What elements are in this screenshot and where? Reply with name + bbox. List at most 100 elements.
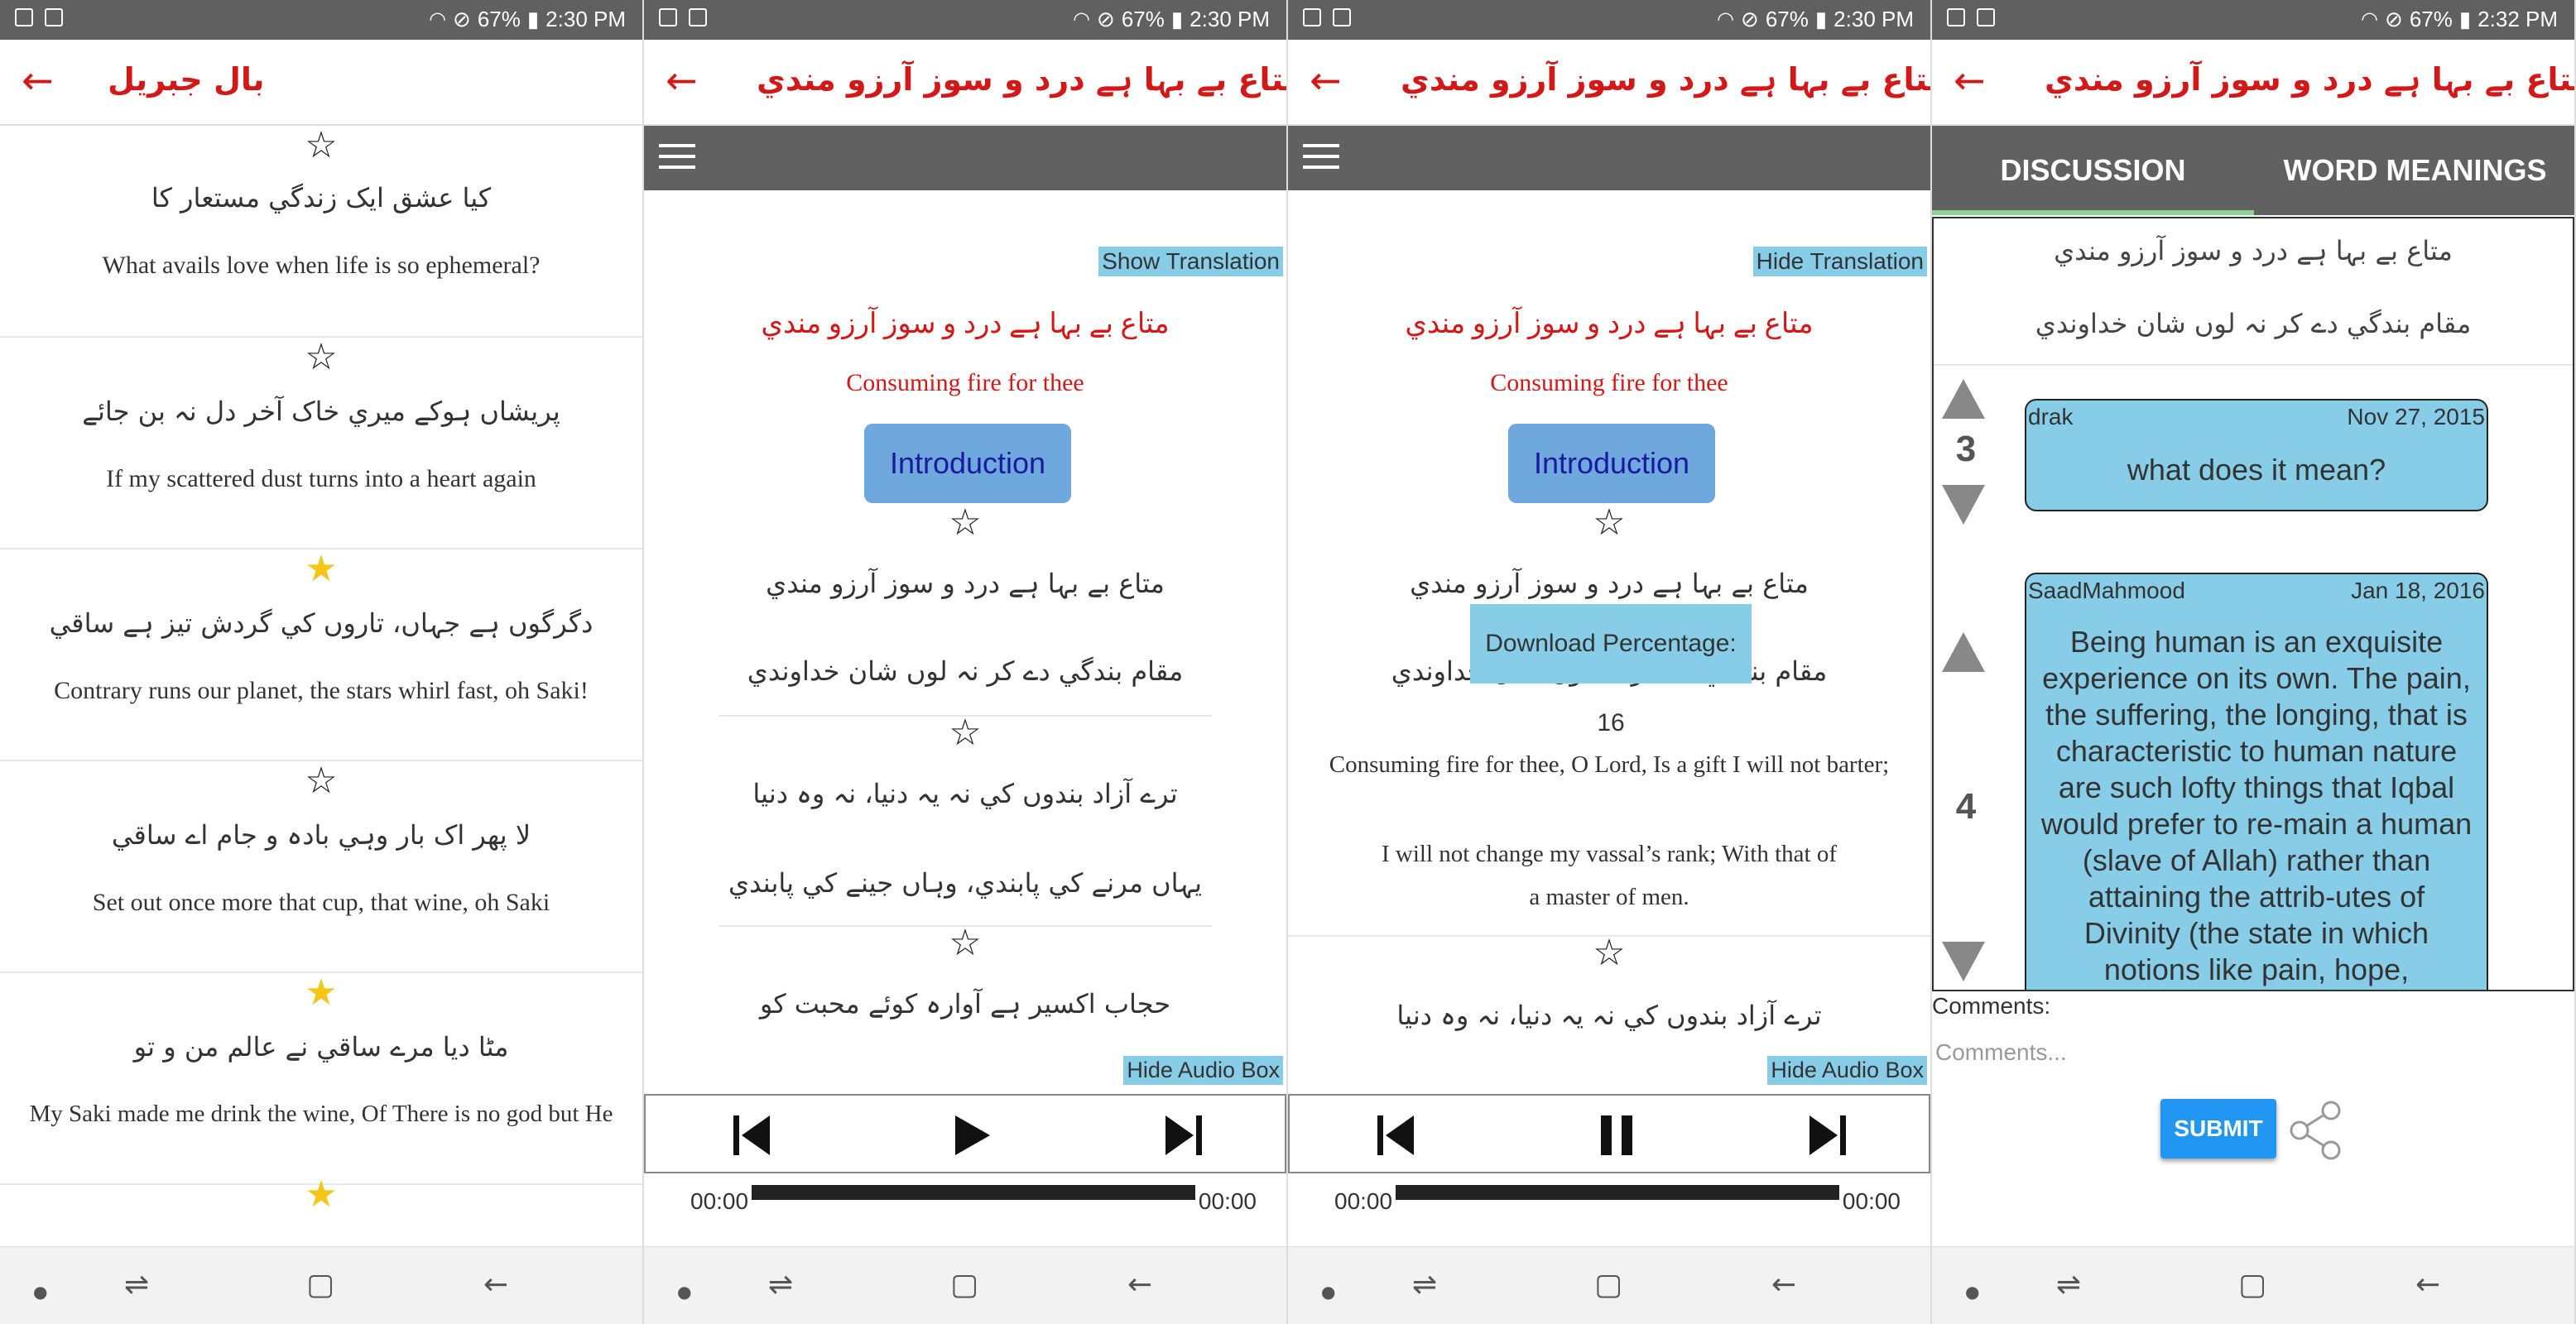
nav-dot-icon[interactable]: ●	[677, 1275, 691, 1308]
star-filled-icon[interactable]: ★	[0, 973, 642, 1013]
wifi-icon: ◠	[2361, 8, 2379, 31]
battery-percent: 67%	[477, 7, 521, 31]
toggle-translation-button[interactable]: Hide Translation	[1752, 247, 1927, 276]
recents-icon[interactable]: ⇌	[2056, 1269, 2081, 1302]
dnd-icon: ⊘	[453, 7, 471, 31]
downvote-icon[interactable]	[1942, 942, 1985, 981]
comment-card: SaadMahmood Jan 18, 2016 Being human is …	[2025, 573, 2488, 990]
recents-icon[interactable]: ⇌	[768, 1269, 793, 1302]
back-arrow-icon[interactable]: ←	[1310, 60, 1342, 101]
status-bar: ◠ ⊘ 67% ▮ 2:30 PM	[0, 0, 642, 40]
star-icon[interactable]: ☆	[0, 761, 642, 801]
system-nav-bar: ● ⇌ ▢ ←	[1288, 1246, 1930, 1324]
back-nav-icon[interactable]: ←	[1771, 1269, 1796, 1302]
verse-urdu: دگرگوں ہے جہاں، تاروں کي گردش تيز ہے ساق…	[49, 607, 594, 639]
screen-poem-show-translation: ◠ ⊘ 67% ▮ 2:30 PM ← متاع بے بہا ہے درد و سوز…	[644, 0, 1288, 1324]
upvote-icon[interactable]	[1942, 379, 1985, 419]
back-arrow-icon[interactable]: ←	[22, 60, 54, 101]
back-nav-icon[interactable]: ←	[1127, 1269, 1152, 1302]
time-total: 00:00	[1198, 1188, 1257, 1214]
battery-percent: 67%	[2409, 7, 2453, 31]
list-item[interactable]: ★	[0, 1175, 642, 1225]
star-icon[interactable]: ☆	[0, 126, 642, 166]
comment-user: drak	[2028, 404, 2074, 429]
submit-button[interactable]: SUBMIT	[2160, 1099, 2276, 1158]
battery-icon: ▮	[1170, 7, 1184, 31]
screenshot-notification-icon	[1977, 8, 1995, 26]
list-item[interactable]: ☆ پريشاں ہوکے ميري خاک آخر دل نہ بن جائے…	[0, 338, 642, 549]
translation-line: a master of men.	[1529, 884, 1689, 910]
nav-dot-icon[interactable]: ●	[1965, 1275, 1979, 1308]
tab-bar: DISCUSSION WORD MEANINGS	[1932, 126, 2574, 215]
comment-text: Being human is an exquisite experience o…	[2040, 625, 2473, 986]
hide-audio-box-button[interactable]: Hide Audio Box	[1123, 1056, 1283, 1085]
seek-bar[interactable]	[1396, 1185, 1839, 1200]
verse-english: If my scattered dust turns into a heart …	[106, 465, 536, 492]
battery-percent: 67%	[1121, 7, 1165, 31]
screen-discussion: ◠ ⊘ 67% ▮ 2:32 PM ← متاع بے بہا ہے درد و سوز…	[1932, 0, 2576, 1324]
home-icon[interactable]: ▢	[306, 1269, 334, 1302]
pause-icon[interactable]	[1596, 1111, 1637, 1160]
downvote-icon[interactable]	[1942, 485, 1985, 525]
list-item[interactable]: ★ دگرگوں ہے جہاں، تاروں کي گردش تيز ہے س…	[0, 549, 642, 761]
comment-card: drak Nov 27, 2015 what does it mean?	[2025, 399, 2488, 511]
home-icon[interactable]: ▢	[1594, 1269, 1622, 1302]
recents-icon[interactable]: ⇌	[124, 1269, 149, 1302]
verse-urdu: مٹا ديا مرے ساقي نے عالم من و تو	[133, 1031, 509, 1063]
star-icon[interactable]: ☆	[644, 503, 1286, 543]
star-icon[interactable]: ☆	[0, 338, 642, 377]
tab-discussion[interactable]: DISCUSSION	[1932, 126, 2254, 215]
screenshot-notification-icon	[689, 8, 707, 26]
couplet-line: حجاب اکسير ہے آوارہ کوئے محبت کو	[759, 988, 1171, 1019]
recents-icon[interactable]: ⇌	[1412, 1269, 1437, 1302]
star-icon[interactable]: ☆	[644, 923, 1286, 963]
skip-previous-icon[interactable]	[732, 1111, 773, 1160]
skip-next-icon[interactable]	[1162, 1111, 1204, 1160]
gallery-notification-icon	[15, 8, 33, 26]
app-bar: ← متاع بے بہا ہے درد و سوز آرزو مندي	[1932, 40, 2574, 126]
hide-audio-box-button[interactable]: Hide Audio Box	[1767, 1056, 1927, 1085]
introduction-button[interactable]: Introduction	[864, 424, 1071, 503]
list-item[interactable]: ☆ لا پھر اک بار وہي بادہ و جام اے ساقي S…	[0, 761, 642, 973]
home-icon[interactable]: ▢	[950, 1269, 978, 1302]
system-nav-bar: ● ⇌ ▢ ←	[1932, 1246, 2574, 1324]
page-title: متاع بے بہا ہے درد و سوز آرزو مندي	[2045, 61, 2576, 98]
dnd-icon: ⊘	[1741, 7, 1759, 31]
skip-previous-icon[interactable]	[1376, 1111, 1417, 1160]
comments-input[interactable]: Comments...	[1935, 1039, 2067, 1066]
time-elapsed: 00:00	[690, 1188, 749, 1214]
back-nav-icon[interactable]: ←	[483, 1269, 508, 1302]
star-filled-icon[interactable]: ★	[0, 549, 642, 589]
star-icon[interactable]: ☆	[644, 713, 1286, 753]
seek-bar[interactable]	[752, 1185, 1195, 1200]
poem-title-english: Consuming fire for thee	[846, 369, 1084, 396]
couplet-line: ترے آزاد بندوں کي نہ يہ دنيا، نہ وہ دنيا	[1396, 1000, 1822, 1031]
list-item[interactable]: ☆ کيا عشق ايک زندگي مستعار کا What avail…	[0, 126, 642, 338]
wifi-icon: ◠	[429, 8, 447, 31]
upvote-icon[interactable]	[1942, 632, 1985, 672]
status-bar: ◠ ⊘ 67% ▮ 2:32 PM	[1932, 0, 2574, 40]
back-arrow-icon[interactable]: ←	[666, 60, 698, 101]
tab-word-meanings[interactable]: WORD MEANINGS	[2254, 126, 2574, 215]
poem-title-english: Consuming fire for thee	[1490, 369, 1728, 396]
star-icon[interactable]: ☆	[1288, 503, 1930, 543]
time-total: 00:00	[1842, 1188, 1901, 1214]
home-icon[interactable]: ▢	[2238, 1269, 2266, 1302]
download-progress-toast: Download Percentage: 16	[1470, 604, 1752, 736]
verse-english: Contrary runs our planet, the stars whir…	[54, 677, 589, 704]
menu-icon[interactable]	[1303, 144, 1339, 172]
star-icon[interactable]: ☆	[1288, 933, 1930, 973]
toggle-translation-button[interactable]: Show Translation	[1098, 247, 1283, 276]
comments-label: Comments:	[1932, 993, 2051, 1019]
star-filled-icon[interactable]: ★	[0, 1175, 642, 1215]
skip-next-icon[interactable]	[1806, 1111, 1848, 1160]
share-icon[interactable]	[2283, 1097, 2349, 1163]
list-item[interactable]: ★ مٹا ديا مرے ساقي نے عالم من و تو My Sa…	[0, 973, 642, 1185]
back-arrow-icon[interactable]: ←	[1954, 60, 1986, 101]
introduction-button[interactable]: Introduction	[1508, 424, 1715, 503]
nav-dot-icon[interactable]: ●	[33, 1275, 47, 1308]
play-icon[interactable]	[952, 1111, 993, 1160]
menu-icon[interactable]	[659, 144, 695, 172]
back-nav-icon[interactable]: ←	[2415, 1269, 2440, 1302]
nav-dot-icon[interactable]: ●	[1321, 1275, 1335, 1308]
